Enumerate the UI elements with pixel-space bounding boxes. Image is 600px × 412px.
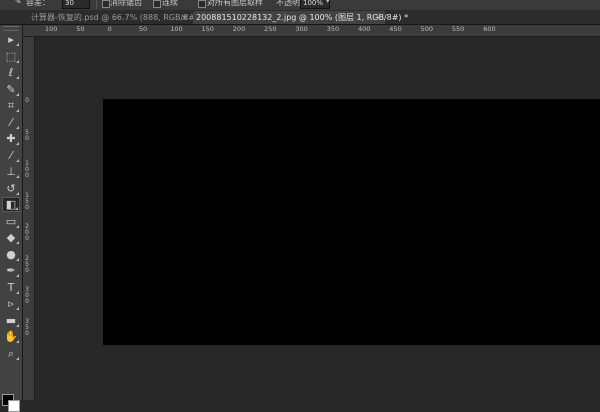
tool-flyout-indicator	[16, 274, 19, 277]
tool-flyout-indicator	[16, 290, 19, 294]
ruler-tick-label: 450	[389, 25, 402, 33]
ruler-tick-label: 300	[295, 25, 308, 33]
lasso-tool-icon[interactable]: ℓ	[2, 65, 20, 80]
ruler-tick-label: 300	[25, 286, 29, 305]
ruler-tick-label: 500	[420, 25, 434, 33]
ruler-tick-label: 100	[25, 160, 29, 179]
tool-flyout-indicator	[16, 109, 19, 112]
ruler-tick-label: 550	[451, 25, 465, 33]
ruler-tick-label: 200	[25, 223, 29, 242]
tab-jpg-document[interactable]: 200881510228132_2.jpg @ 100% (图层 1, RGB/…	[193, 11, 408, 24]
all-layers-checkbox[interactable]	[198, 0, 206, 8]
clone-stamp-tool-icon[interactable]: ⊥	[2, 164, 20, 179]
tool-flyout-indicator	[16, 76, 19, 79]
tool-flyout-indicator	[16, 323, 19, 327]
canvas-workspace[interactable]	[35, 37, 600, 400]
crop-tool-icon[interactable]: ⌗	[2, 98, 20, 113]
tool-flyout-indicator	[16, 175, 19, 178]
tool-flyout-indicator	[15, 207, 18, 210]
tool-flyout-indicator	[16, 92, 19, 96]
eyedropper-tool-icon[interactable]: ⁄	[2, 115, 20, 130]
marquee-tool-icon[interactable]: ⬚	[2, 49, 20, 64]
ruler-tick-label: 50	[138, 25, 148, 33]
background-color-swatch[interactable]	[8, 400, 20, 412]
tool-flyout-indicator	[16, 43, 19, 46]
ruler-tick-label: 150	[25, 191, 29, 211]
ruler-tick-label: 100	[170, 25, 183, 33]
ruler-tick-label: 600	[483, 25, 496, 33]
gradient-tool-icon[interactable]: ▭	[2, 214, 20, 229]
hand-tool-icon[interactable]: ✋	[2, 329, 20, 344]
pen-tool-icon[interactable]: ✒	[2, 263, 20, 278]
tool-flyout-indicator	[16, 241, 19, 244]
close-icon[interactable]: ×	[375, 11, 382, 24]
panel-grip[interactable]	[3, 26, 19, 31]
ruler-tick-label: 350	[25, 317, 29, 337]
document-tab-bar: 计算器-恢复的.psd @ 66.7% (888, RGB/8#) × 2008…	[0, 10, 600, 25]
zoom-tool-icon[interactable]: ⌕	[2, 346, 20, 361]
tool-flyout-indicator	[16, 142, 19, 145]
move-tool-icon[interactable]: ▸	[2, 32, 20, 47]
all-layers-label: 对所有图层取样	[207, 0, 263, 7]
ruler-tick-label: 250	[264, 25, 277, 33]
ruler-tick-label: 0	[25, 97, 29, 104]
tool-flyout-indicator	[16, 125, 19, 129]
ruler-tick-label: 150	[201, 25, 214, 33]
contiguous-checkbox[interactable]	[153, 0, 161, 8]
tool-flyout-indicator	[16, 257, 19, 261]
type-tool-icon[interactable]: T	[2, 280, 20, 295]
antialias-checkbox[interactable]	[102, 0, 110, 8]
contiguous-label: 连续	[162, 0, 178, 7]
shape-tool-icon[interactable]: ▬	[2, 313, 20, 328]
opacity-dropdown-icon[interactable]: ▾	[326, 0, 330, 5]
tolerance-label: 容差：	[26, 0, 50, 7]
tab-calculator-psd[interactable]: 计算器-恢复的.psd @ 66.7% (888, RGB/8#) ×	[28, 11, 198, 24]
separator	[96, 0, 97, 9]
horizontal-ruler[interactable]: 100 50 0 50 100 150 200 250 300 350 400 450 500 550 60…	[24, 25, 600, 37]
antialias-label: 消除锯齿	[110, 0, 142, 7]
tool-flyout-indicator	[16, 307, 19, 310]
healing-brush-tool-icon[interactable]: ✚	[2, 131, 20, 146]
history-brush-tool-icon[interactable]: ↺	[2, 181, 20, 196]
ruler-tick-label: 400	[358, 25, 371, 33]
tool-flyout-indicator	[16, 340, 19, 343]
path-select-tool-icon[interactable]: ▹	[2, 296, 20, 311]
ruler-tick-label: 100	[45, 25, 58, 33]
close-icon[interactable]: ×	[181, 11, 188, 24]
tab-title: 计算器-恢复的.psd @ 66.7% (888, RGB/8#)	[31, 13, 199, 22]
blur-tool-icon[interactable]: ◆	[2, 230, 20, 245]
ruler-tick-label: 50	[76, 25, 85, 33]
eraser-tool-icon[interactable]: ◧	[2, 197, 20, 212]
tool-flyout-indicator	[16, 224, 19, 228]
ruler-tick-label: 250	[25, 254, 29, 274]
dodge-tool-icon[interactable]: ●	[2, 247, 20, 262]
ruler-tick-label: 350	[326, 25, 340, 33]
ruler-tick-label: 50	[25, 128, 29, 142]
tool-flyout-indicator	[16, 356, 19, 360]
tolerance-input[interactable]: 30	[62, 0, 90, 9]
ruler-tick-label: 200	[232, 25, 246, 33]
tools-panel: ▸ ⬚ ℓ ✎ ⌗ ⁄ ✚ ⁄ ⊥ ↺ ◧ ▭ ◆ ● ✒ T ▹ ▬ ✋ ⌕	[0, 25, 23, 412]
vertical-ruler[interactable]: 0 50 100 150 200 250 300 350	[23, 37, 35, 400]
tool-flyout-indicator	[16, 158, 19, 162]
document-canvas[interactable]	[103, 99, 600, 345]
tool-flyout-indicator	[16, 59, 19, 63]
ruler-tick-label: 0	[107, 25, 112, 33]
color-swatches[interactable]	[2, 394, 20, 412]
brush-tool-icon[interactable]: ✎	[14, 0, 22, 7]
brush-tool-icon[interactable]: ⁄	[2, 148, 20, 163]
quick-select-tool-icon[interactable]: ✎	[2, 82, 20, 97]
tool-flyout-indicator	[16, 191, 19, 195]
